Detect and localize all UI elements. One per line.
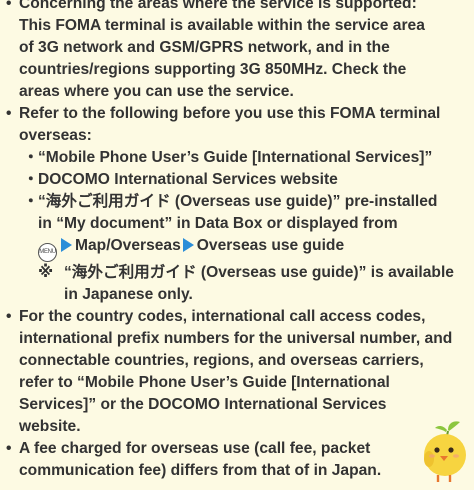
bullet-line: overseas: [19,127,92,144]
bullet-line: A fee charged for overseas use (call fee… [19,440,371,457]
manual-page: • Concerning the areas where the service… [0,0,474,483]
note-japanese-only: ※ “海外ご利用ガイド (Overseas use guide)” is ava… [0,262,474,306]
chick-cheek [429,454,435,458]
chick-eye [448,447,454,453]
bullet-line: connectable countries, regions, and over… [19,352,424,369]
bullet-line: areas where you can use the service. [19,83,294,100]
subitem-user-guide: ・ “Mobile Phone User’s Guide [Internatio… [0,147,474,169]
subitem-marker: ・ [23,149,39,166]
bullet-marker: • [6,440,12,457]
subitem-website: ・ DOCOMO International Services website [0,169,474,191]
bullet-service-areas: • Concerning the areas where the service… [0,0,474,103]
subitem-overseas-guide: ・ “海外ご利用ガイド (Overseas use guide)” pre-in… [0,191,474,235]
chick-eye [434,447,440,453]
chick-leaf [448,421,460,431]
chick-leaf [435,425,447,432]
menu-path: MENU Map/Overseas Overseas use guide [0,235,474,262]
bullet-line: communication fee) differs from that of … [19,462,382,479]
bullet-line: This FOMA terminal is available within t… [19,17,425,34]
menu-key-icon: MENU [38,243,57,262]
subitem-marker: ・ [23,193,39,210]
note-line: in Japanese only. [64,286,193,303]
bullet-marker: • [6,0,12,12]
chick-wing [424,451,434,467]
bullet-refer-before-use: • Refer to the following before you use … [0,103,474,147]
bullet-line: Services]” or the DOCOMO International S… [19,396,387,413]
bullet-line: Concerning the areas where the service i… [19,0,417,12]
bullet-line: international prefix numbers for the uni… [19,330,453,347]
bullet-line: Refer to the following before you use th… [19,105,441,122]
subitem-line: “Mobile Phone User’s Guide [Internationa… [38,149,433,166]
bullet-overseas-fee: • A fee charged for overseas use (call f… [0,438,474,482]
subitem-line: in “My document” in Data Box or displaye… [38,215,398,232]
arrow-right-icon [61,238,72,252]
subitem-line: “海外ご利用ガイド (Overseas use guide)” pre-inst… [38,193,438,210]
menu-path-step: Overseas use guide [196,237,345,254]
chick-mascot-icon [424,421,466,482]
arrow-right-icon [182,238,194,252]
note-marker: ※ [38,264,54,281]
bullet-line: of 3G network and GSM/GPRS network, and … [19,39,390,56]
bullet-line: refer to “Mobile Phone User’s Guide [Int… [19,374,390,391]
subitem-marker: ・ [23,171,39,188]
note-line: “海外ご利用ガイド (Overseas use guide)” is avail… [64,264,454,281]
bullet-marker: • [6,308,12,325]
menu-path-step: Map/Overseas [75,237,181,254]
bullet-line: countries/regions supporting 3G 850MHz. … [19,61,407,78]
bullet-line: website. [19,418,81,435]
subitem-line: DOCOMO International Services website [38,171,338,188]
bullet-marker: • [6,105,12,122]
chick-cheek [453,454,459,458]
bullet-country-codes: • For the country codes, international c… [0,306,474,438]
bullet-line: For the country codes, international cal… [19,308,426,325]
